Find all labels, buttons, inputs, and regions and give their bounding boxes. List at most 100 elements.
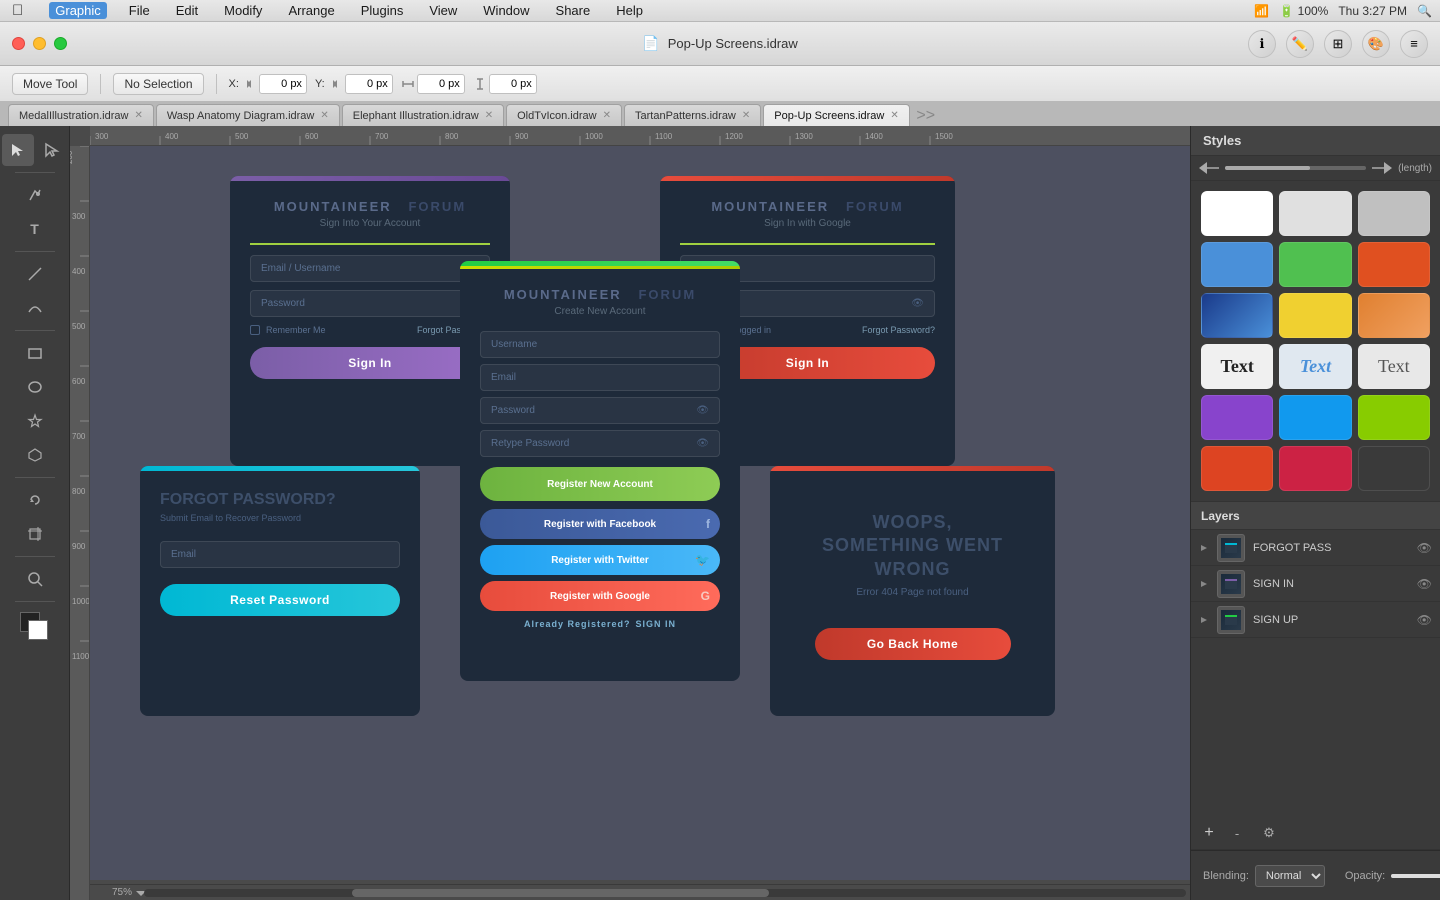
register-twitter-button[interactable]: Register with Twitter 🐦	[480, 545, 720, 575]
tab-close-wasp[interactable]: ✕	[320, 110, 328, 121]
signin-google-forgot-link[interactable]: Forgot Password?	[862, 325, 935, 335]
text-style-bold[interactable]: Text	[1201, 344, 1273, 389]
layer-sign-up[interactable]: SIGN UP 👁	[1191, 602, 1440, 638]
grid-button[interactable]: ⊞	[1324, 30, 1352, 58]
swatch-blue-gradient[interactable]	[1201, 293, 1273, 338]
height-input[interactable]	[489, 74, 537, 94]
tab-close-oldtv[interactable]: ✕	[603, 110, 611, 121]
more-tabs-btn[interactable]: >>	[916, 106, 936, 126]
swatch-orange-gradient[interactable]	[1358, 293, 1430, 338]
curve-tool[interactable]	[19, 292, 51, 324]
swatch-gray[interactable]	[1358, 191, 1430, 236]
background-color[interactable]	[28, 620, 48, 640]
menu-view[interactable]: View	[425, 3, 461, 18]
tab-close-tartan[interactable]: ✕	[742, 110, 750, 121]
oval-tool[interactable]	[19, 371, 51, 403]
text-style-styled[interactable]: Text	[1279, 344, 1351, 389]
forgot-email-field[interactable]: Email	[160, 541, 400, 568]
menu-modify[interactable]: Modify	[220, 3, 266, 18]
width-input[interactable]	[417, 74, 465, 94]
layer-expand-icon[interactable]	[1199, 543, 1209, 553]
swatch-green[interactable]	[1279, 242, 1351, 287]
signin-google-eye-icon[interactable]: 👁	[911, 298, 924, 309]
scrollbar-track[interactable]	[144, 889, 1186, 897]
export-button[interactable]: 🎨	[1362, 30, 1390, 58]
create-password-field[interactable]: Password 👁	[480, 397, 720, 424]
layers-button[interactable]: ≡	[1400, 30, 1428, 58]
opacity-slider[interactable]	[1391, 874, 1440, 878]
search-icon[interactable]: 🔍	[1417, 4, 1432, 18]
register-google-button[interactable]: Register with Google G	[480, 581, 720, 611]
info-button[interactable]: ℹ	[1248, 30, 1276, 58]
swatch-orange-red[interactable]	[1358, 242, 1430, 287]
pencil-button[interactable]: ✏️	[1286, 30, 1314, 58]
swatch-white[interactable]	[1201, 191, 1273, 236]
swatch-purple[interactable]	[1201, 395, 1273, 440]
tab-close-medal[interactable]: ✕	[134, 110, 142, 121]
create-username-field[interactable]: Username	[480, 331, 720, 358]
menu-share[interactable]: Share	[552, 3, 595, 18]
menu-arrange[interactable]: Arrange	[284, 3, 338, 18]
scrollbar-thumb[interactable]	[352, 889, 769, 897]
swatch-lime[interactable]	[1358, 395, 1430, 440]
blending-select[interactable]: Normal	[1255, 865, 1325, 887]
menu-graphic[interactable]: Graphic	[49, 2, 107, 19]
apple-menu[interactable]: 	[8, 2, 27, 19]
y-stepper-icon[interactable]	[329, 78, 341, 90]
layer-expand-icon-3[interactable]	[1199, 615, 1209, 625]
zoom-tool[interactable]	[19, 563, 51, 595]
layer-eye-signup[interactable]: 👁	[1417, 613, 1432, 627]
pen-tool[interactable]	[19, 179, 51, 211]
x-stepper-icon[interactable]	[243, 78, 255, 90]
layer-expand-icon-2[interactable]	[1199, 579, 1209, 589]
signin-email-field[interactable]: Email / Username	[250, 255, 490, 282]
layer-eye-forgot[interactable]: 👁	[1417, 541, 1432, 555]
menu-window[interactable]: Window	[479, 3, 533, 18]
create-email-field[interactable]: Email	[480, 364, 720, 391]
register-new-button[interactable]: Register New Account	[480, 467, 720, 501]
swatch-light-gray[interactable]	[1279, 191, 1351, 236]
tab-popup[interactable]: Pop-Up Screens.idraw ✕	[763, 104, 909, 126]
menu-file[interactable]: File	[125, 3, 154, 18]
swatch-blue[interactable]	[1201, 242, 1273, 287]
layer-settings-button[interactable]: ⚙	[1257, 821, 1281, 845]
signin-password-field[interactable]: Password 👁	[250, 290, 490, 317]
create-password-eye-icon[interactable]: 👁	[696, 405, 709, 416]
star-tool[interactable]	[19, 405, 51, 437]
menu-plugins[interactable]: Plugins	[357, 3, 408, 18]
horizontal-scrollbar[interactable]: 75%	[90, 884, 1190, 900]
y-input[interactable]	[345, 74, 393, 94]
maximize-button[interactable]	[54, 37, 67, 50]
swatch-red-orange[interactable]	[1201, 446, 1273, 491]
tab-medalillustration[interactable]: MedalIllustration.idraw ✕	[8, 104, 154, 126]
signin-link[interactable]: SIGN IN	[636, 619, 677, 629]
tab-wasp[interactable]: Wasp Anatomy Diagram.idraw ✕	[156, 104, 340, 126]
tab-oldtv[interactable]: OldTvIcon.idraw ✕	[506, 104, 622, 126]
tab-elephant[interactable]: Elephant Illustration.idraw ✕	[342, 104, 504, 126]
tab-close-popup[interactable]: ✕	[890, 110, 898, 121]
layer-eye-signin[interactable]: 👁	[1417, 577, 1432, 591]
menu-help[interactable]: Help	[612, 3, 647, 18]
menu-edit[interactable]: Edit	[172, 3, 202, 18]
go-back-home-button[interactable]: Go Back Home	[815, 628, 1011, 660]
x-input[interactable]	[259, 74, 307, 94]
signin-button[interactable]: Sign In	[250, 347, 490, 379]
close-button[interactable]	[12, 37, 25, 50]
crop-tool[interactable]	[19, 518, 51, 550]
create-retype-eye-icon[interactable]: 👁	[696, 438, 709, 449]
add-layer-button[interactable]: +	[1201, 825, 1217, 841]
minimize-button[interactable]	[33, 37, 46, 50]
reset-password-button[interactable]: Reset Password	[160, 584, 400, 616]
swatch-crimson[interactable]	[1279, 446, 1351, 491]
swatch-yellow[interactable]	[1279, 293, 1351, 338]
color-picker[interactable]	[20, 612, 50, 642]
line-tool[interactable]	[19, 258, 51, 290]
rotate-tool[interactable]	[19, 484, 51, 516]
move-tool-btn[interactable]: Move Tool	[12, 73, 88, 95]
direct-select-tool[interactable]	[36, 134, 68, 166]
text-style-normal[interactable]: Text	[1358, 344, 1430, 389]
swatch-bright-blue[interactable]	[1279, 395, 1351, 440]
signin-checkbox[interactable]	[250, 325, 260, 335]
polygon-tool[interactable]	[19, 439, 51, 471]
register-facebook-button[interactable]: Register with Facebook f	[480, 509, 720, 539]
